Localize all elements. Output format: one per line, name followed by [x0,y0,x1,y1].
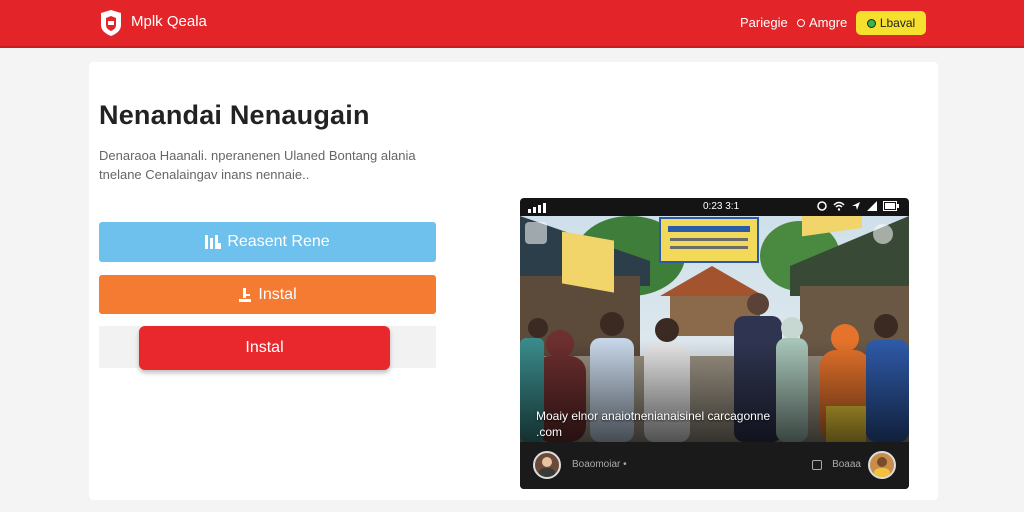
primary-button[interactable]: Reasent Rene [99,222,436,262]
signal-bars-icon [867,201,877,211]
header-action-label: Lbaval [879,16,916,30]
battery-icon [883,201,899,211]
viewer-avatar[interactable] [868,451,896,479]
status-bar: 0:23 3:1 [520,198,909,216]
post-actions: Boaaa [812,459,861,470]
install-cta-button[interactable]: Instal [139,326,390,370]
status-dot-icon [866,18,876,28]
primary-button-label: Reasent Rene [227,233,330,250]
author-meta: Boaomoiar • [572,459,627,470]
nav-link-2-label: Amgre [809,15,848,30]
community-photo[interactable]: Moaiy elnor anaiotnenianaisinel carcagon… [520,216,909,442]
person-icon [874,457,890,477]
nav-link-1[interactable]: Pariegie [740,15,788,30]
header-action-button[interactable]: Lbaval [856,11,926,35]
page-title: Nenandai Nenaugain [99,100,370,130]
person-icon [539,457,555,477]
page-description: Denaraoa Haanali. nperanenen Ulaned Bont… [99,148,416,182]
post-footer: Boaomoiar • Boaaa [520,442,909,489]
signal-icon [528,203,546,213]
author-avatar[interactable] [533,451,561,479]
checkbox-icon[interactable] [812,459,823,470]
photo-caption: Moaiy elnor anaiotnenianaisinel carcagon… [536,409,771,439]
phone-preview: 0:23 3:1 Moaiy elnor anaiotnenianaisinel… [520,198,909,489]
circle-icon [797,18,805,27]
install-button[interactable]: Instal [99,275,436,314]
nav-link-2[interactable]: Amgre [797,15,847,30]
install-button-label: Instal [258,285,297,303]
wifi-icon [833,201,845,211]
shield-logo-icon[interactable] [99,10,123,36]
location-icon [852,202,860,210]
download-icon [239,287,252,302]
post-action-label: Boaaa [832,459,861,470]
status-icons [817,201,899,211]
top-bar: Mplk Qeala Pariegie Amgre Lbaval [0,0,1024,48]
app-grid-icon [205,235,222,249]
status-time: 0:23 3:1 [703,201,740,212]
install-cta-label: Instal [245,339,284,356]
brand-name[interactable]: Mplk Qeala [131,13,207,30]
clock-icon [817,201,827,211]
